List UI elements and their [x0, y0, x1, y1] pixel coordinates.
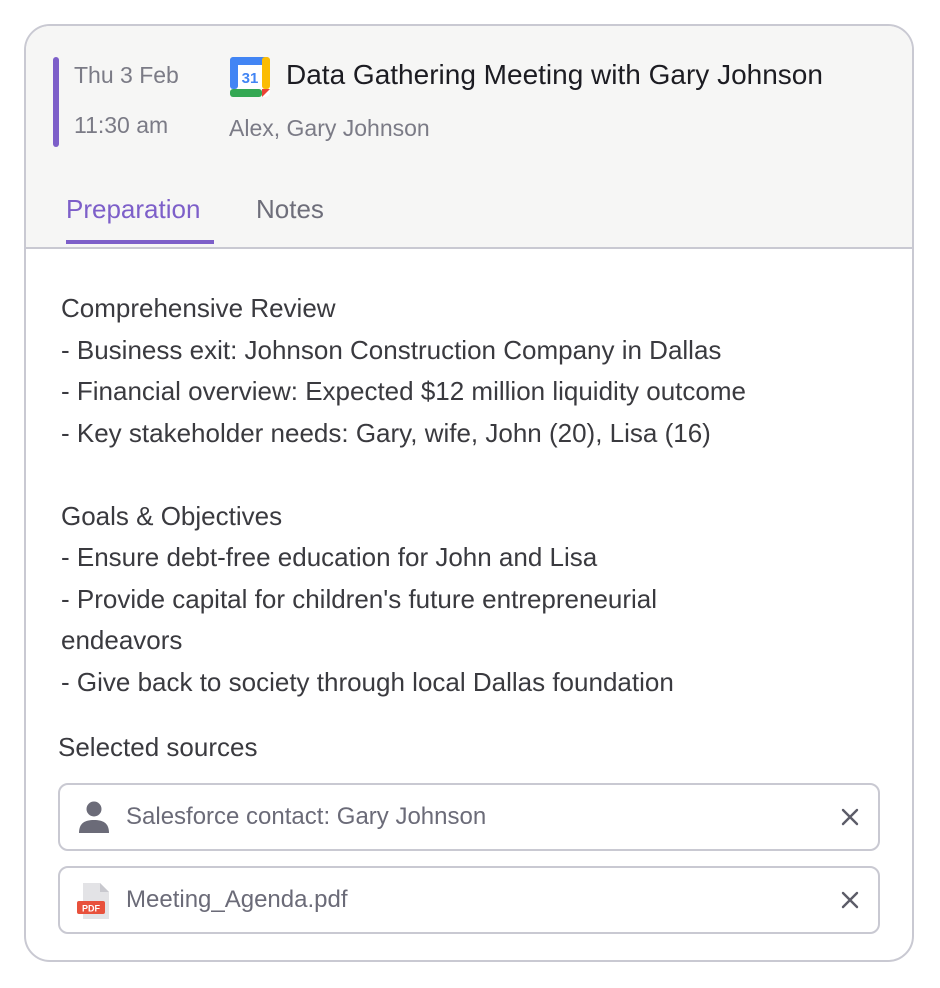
meeting-date: Thu 3 Feb: [74, 62, 179, 88]
section-heading: Comprehensive Review: [61, 293, 336, 323]
list-item: - Ensure debt-free education for John an…: [61, 542, 598, 572]
source-item-salesforce[interactable]: Salesforce contact: Gary Johnson: [58, 783, 880, 851]
list-item: - Financial overview: Expected $12 milli…: [61, 376, 746, 406]
pdf-file-icon: PDF: [77, 883, 109, 919]
selected-sources-label: Selected sources: [58, 732, 258, 762]
list-item: - Business exit: Johnson Construction Co…: [61, 334, 722, 365]
meeting-header: Thu 3 Feb 11:30 am 31 Data Gathering Mee…: [26, 26, 912, 249]
meeting-attendees: Alex, Gary Johnson: [229, 115, 430, 141]
list-item: endeavors: [61, 625, 183, 655]
list-item: - Key stakeholder needs: Gary, wife, Joh…: [61, 417, 711, 448]
meeting-title: Data Gathering Meeting with Gary Johnson: [286, 59, 823, 90]
preparation-content: Comprehensive Review - Business exit: Jo…: [61, 288, 891, 703]
section-heading: Goals & Objectives: [61, 500, 283, 531]
list-item: - Give back to society through local Dal…: [61, 666, 674, 697]
tab-notes[interactable]: Notes: [256, 194, 324, 225]
active-tab-indicator: [66, 240, 214, 244]
person-icon: [79, 801, 109, 833]
pdf-badge-text: PDF: [82, 904, 101, 914]
tab-preparation[interactable]: Preparation: [66, 194, 200, 225]
google-calendar-icon: 31: [230, 57, 270, 97]
calendar-day-number: 31: [242, 70, 259, 87]
source-item-meeting-agenda[interactable]: PDF Meeting_Agenda.pdf: [58, 866, 880, 934]
list-item: - Provide capital for children's future …: [61, 583, 658, 614]
source-label: Meeting_Agenda.pdf: [126, 886, 348, 913]
accent-bar: [53, 57, 59, 147]
close-icon[interactable]: [838, 805, 862, 829]
close-icon[interactable]: [838, 888, 862, 912]
meeting-card: Thu 3 Feb 11:30 am 31 Data Gathering Mee…: [24, 24, 914, 962]
source-label: Salesforce contact: Gary Johnson: [126, 803, 487, 830]
meeting-time: 11:30 am: [74, 112, 169, 138]
